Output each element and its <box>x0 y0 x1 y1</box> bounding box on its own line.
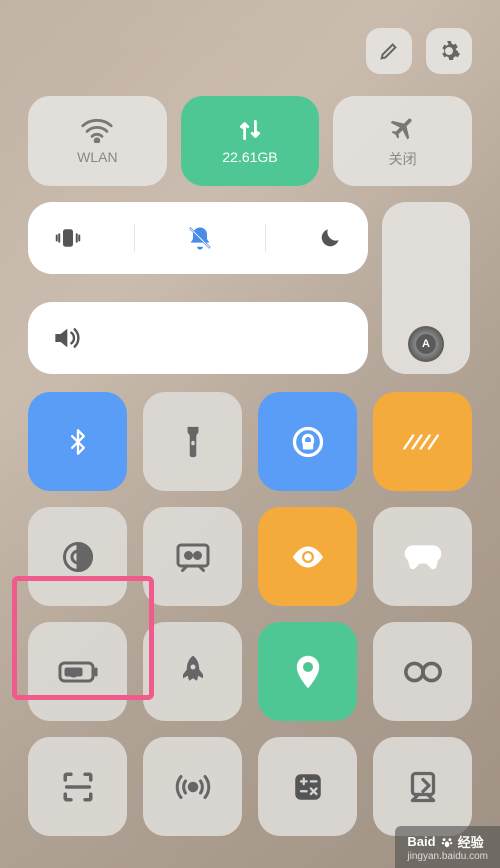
vibrate-toggle[interactable] <box>53 223 83 253</box>
airplane-icon <box>388 113 418 143</box>
brightness-slider[interactable]: A <box>382 202 470 374</box>
bluetooth-icon <box>64 424 92 460</box>
speaker-icon <box>50 322 82 354</box>
scan-tile[interactable] <box>28 737 127 836</box>
moon-icon <box>317 225 343 251</box>
data-arrows-icon <box>236 117 264 143</box>
hotspot-icon <box>175 769 211 805</box>
mobile-data-tile[interactable]: 22.61GB <box>181 96 320 186</box>
location-icon <box>293 654 323 690</box>
data-usage-label: 22.61GB <box>222 149 277 165</box>
screen-record-tile[interactable] <box>143 507 242 606</box>
flashlight-tile[interactable] <box>143 392 242 491</box>
watermark-suffix: 经验 <box>458 832 484 851</box>
paw-icon <box>440 835 454 849</box>
night-toggle[interactable] <box>317 225 343 251</box>
flashlight-icon <box>180 424 206 460</box>
watermark: Baid 经验 jingyan.baidu.com <box>395 826 500 868</box>
multiwindow-tile[interactable] <box>373 392 472 491</box>
boost-tile[interactable] <box>143 622 242 721</box>
annotation-highlight <box>12 576 154 700</box>
quick-toggle-card <box>28 202 368 274</box>
cast-icon <box>405 769 441 805</box>
rotation-lock-icon <box>290 424 326 460</box>
eye-comfort-tile[interactable] <box>258 507 357 606</box>
screen-record-icon <box>175 542 211 572</box>
wifi-icon <box>80 117 114 143</box>
eye-icon <box>289 545 327 569</box>
watermark-url: jingyan.baidu.com <box>407 851 488 862</box>
wifi-label: WLAN <box>77 149 117 165</box>
edit-icon <box>378 40 400 62</box>
bell-off-icon <box>186 224 214 252</box>
nearby-share-tile[interactable] <box>373 622 472 721</box>
link-icon <box>403 660 443 684</box>
contrast-icon <box>60 539 96 575</box>
location-tile[interactable] <box>258 622 357 721</box>
edit-button[interactable] <box>366 28 412 74</box>
airplane-label: 关闭 <box>389 149 417 169</box>
dnd-toggle[interactable] <box>186 224 214 252</box>
airplane-tile[interactable]: 关闭 <box>333 96 472 186</box>
wifi-tile[interactable]: WLAN <box>28 96 167 186</box>
rotation-lock-tile[interactable] <box>258 392 357 491</box>
rocket-icon <box>178 654 208 690</box>
bluetooth-tile[interactable] <box>28 392 127 491</box>
cast-tile[interactable] <box>373 737 472 836</box>
calculator-tile[interactable] <box>258 737 357 836</box>
volume-slider[interactable] <box>28 302 368 374</box>
scan-icon <box>61 770 95 804</box>
calculator-icon <box>291 770 325 804</box>
divider <box>134 224 135 252</box>
game-mode-tile[interactable] <box>373 507 472 606</box>
gamepad-icon <box>403 543 443 571</box>
gear-icon <box>437 39 461 63</box>
hotspot-tile[interactable] <box>143 737 242 836</box>
divider <box>265 224 266 252</box>
watermark-brand: Baid <box>407 834 435 849</box>
vibrate-icon <box>53 223 83 253</box>
settings-button[interactable] <box>426 28 472 74</box>
auto-brightness-icon: A <box>408 326 444 362</box>
multiwindow-icon <box>403 430 443 454</box>
